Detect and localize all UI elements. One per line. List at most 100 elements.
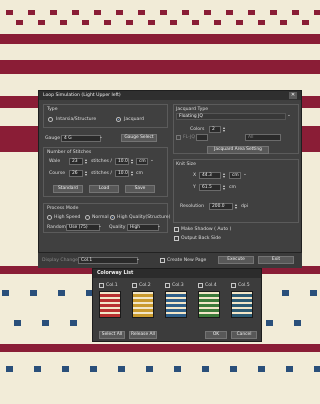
gauge-select[interactable]: 4 G xyxy=(61,135,101,142)
exit-button[interactable]: Exit xyxy=(258,256,294,264)
dialog-title: Loop Simulation (Light Upper left) xyxy=(43,93,121,98)
knit-red-dot xyxy=(160,10,167,15)
knit-blue-dot xyxy=(286,366,293,372)
output-back-label: Output Back Side xyxy=(181,236,221,241)
chevron-down-icon[interactable]: ⌄ xyxy=(150,158,154,163)
colorway-swatch[interactable] xyxy=(231,291,253,318)
chevron-down-icon[interactable]: ⌄ xyxy=(136,257,140,262)
radio-high-speed[interactable] xyxy=(47,215,52,220)
colors-stepper[interactable]: ▴ ▾ xyxy=(222,126,226,133)
knit-blue-dot xyxy=(90,366,97,372)
create-new-page-label: Create New Page xyxy=(167,258,207,263)
knit-red-dot xyxy=(50,10,57,15)
course-stepper[interactable]: ▴ ▾ xyxy=(84,170,88,177)
ok-button[interactable]: OK xyxy=(205,331,227,339)
course-label: Course xyxy=(49,171,66,176)
colorway-swatch[interactable] xyxy=(99,291,121,318)
jacquard-type-label: Jacquard Type xyxy=(176,107,209,112)
chevron-down-icon[interactable]: ⌄ xyxy=(287,113,291,118)
radio-normal[interactable] xyxy=(85,215,90,220)
random-select[interactable]: Use (75) xyxy=(66,224,100,231)
knit-stripe xyxy=(0,344,320,352)
knit-red-dot xyxy=(292,10,299,15)
colorway-checkbox[interactable] xyxy=(132,283,137,288)
knit-blue-dot xyxy=(230,366,237,372)
radio-jacquard[interactable] xyxy=(116,117,121,122)
knit-blue-dot xyxy=(146,366,153,372)
knit-red-dot xyxy=(170,20,177,25)
colorway-checkbox[interactable] xyxy=(99,283,104,288)
knit-red-dot xyxy=(204,10,211,15)
knit-blue-dot xyxy=(202,366,209,372)
colorway-checkbox[interactable] xyxy=(198,283,203,288)
knit-red-dot xyxy=(38,20,45,25)
cancel-button[interactable]: Cancel xyxy=(231,331,257,339)
knit-blue-dot xyxy=(266,320,273,326)
x-stepper[interactable]: ▴ ▾ xyxy=(222,172,226,179)
colorway-label: Col.5 xyxy=(238,283,250,288)
colorway-checkbox[interactable] xyxy=(165,283,170,288)
knit-stripe xyxy=(0,34,320,44)
gauge-select-button[interactable]: Gauge Select xyxy=(121,134,157,142)
wale-length-input[interactable]: 10.0 xyxy=(115,158,129,165)
knit-blue-dot xyxy=(118,366,125,372)
resolution-input[interactable]: 200.0 xyxy=(209,203,233,210)
course-length-stepper[interactable]: ▴ ▾ xyxy=(130,170,134,177)
jacquard-type-select[interactable]: Floating JQ xyxy=(176,113,286,120)
knit-blue-dot xyxy=(310,290,317,296)
type-group xyxy=(43,104,168,128)
quality-select[interactable]: High xyxy=(127,224,159,231)
load-button[interactable]: Load xyxy=(89,185,119,193)
x-unit-select[interactable]: cm xyxy=(229,172,241,179)
release-all-button[interactable]: Release All xyxy=(129,331,157,339)
save-button[interactable]: Save xyxy=(125,185,155,193)
execute-button[interactable]: Execute xyxy=(218,256,254,264)
chevron-down-icon[interactable]: ⌄ xyxy=(99,135,103,140)
knit-red-dot xyxy=(72,10,79,15)
fl-jq-checkbox[interactable] xyxy=(176,135,181,140)
colorway-swatch[interactable] xyxy=(132,291,154,318)
colors-input[interactable]: 2 xyxy=(209,126,221,133)
knit-blue-dot xyxy=(58,290,65,296)
knit-red-dot xyxy=(16,20,23,25)
wale-length-stepper[interactable]: ▴ ▾ xyxy=(130,158,134,165)
gauge-label: Gauge xyxy=(45,136,61,141)
radio-high-speed-label: High Speed xyxy=(54,215,81,220)
radio-intarsia[interactable] xyxy=(48,117,53,122)
jacquard-area-setting-button[interactable]: Jacquard Area Setting xyxy=(207,146,269,154)
knit-red-dot xyxy=(214,20,221,25)
chevron-down-icon[interactable]: ⌄ xyxy=(157,224,161,229)
select-all-button[interactable]: Select All xyxy=(99,331,125,339)
y-input[interactable]: 61.5 xyxy=(199,184,221,191)
course-input[interactable]: 26 xyxy=(69,170,83,177)
knit-red-dot xyxy=(236,20,243,25)
colorway-swatch[interactable] xyxy=(165,291,187,318)
colorway-checkbox[interactable] xyxy=(231,283,236,288)
knit-blue-dot xyxy=(174,366,181,372)
x-input[interactable]: 44.3 xyxy=(199,172,221,179)
radio-high-quality[interactable] xyxy=(110,215,115,220)
wale-input[interactable]: 23 xyxy=(69,158,83,165)
chevron-down-icon[interactable]: ⌄ xyxy=(98,224,102,229)
course-length-input[interactable]: 10.0 xyxy=(115,170,129,177)
colorway-swatch[interactable] xyxy=(198,291,220,318)
resolution-stepper[interactable]: ▴ ▾ xyxy=(234,203,238,210)
display-change-select[interactable]: Col.1 xyxy=(78,257,138,264)
output-back-checkbox[interactable] xyxy=(174,236,179,241)
chevron-down-icon[interactable]: ⌄ xyxy=(243,172,247,177)
create-new-page-checkbox[interactable] xyxy=(160,258,165,263)
knit-stripe xyxy=(0,60,320,74)
y-stepper[interactable]: ▴ ▾ xyxy=(222,184,226,191)
knit-red-dot xyxy=(138,10,145,15)
close-icon[interactable]: ✕ xyxy=(289,92,297,99)
make-shadow-checkbox[interactable] xyxy=(174,227,179,232)
knit-blue-dot xyxy=(2,290,9,296)
standard-button[interactable]: Standard xyxy=(53,185,83,193)
wale-unit-select[interactable]: cm xyxy=(136,158,148,165)
all-select[interactable]: All xyxy=(245,134,281,141)
knit-blue-dot xyxy=(62,366,69,372)
wale-stepper[interactable]: ▴ ▾ xyxy=(84,158,88,165)
fl-jq-field[interactable] xyxy=(196,134,208,141)
knit-blue-dot xyxy=(42,320,49,326)
radio-intarsia-label: Intarsia/Structure xyxy=(56,117,97,122)
